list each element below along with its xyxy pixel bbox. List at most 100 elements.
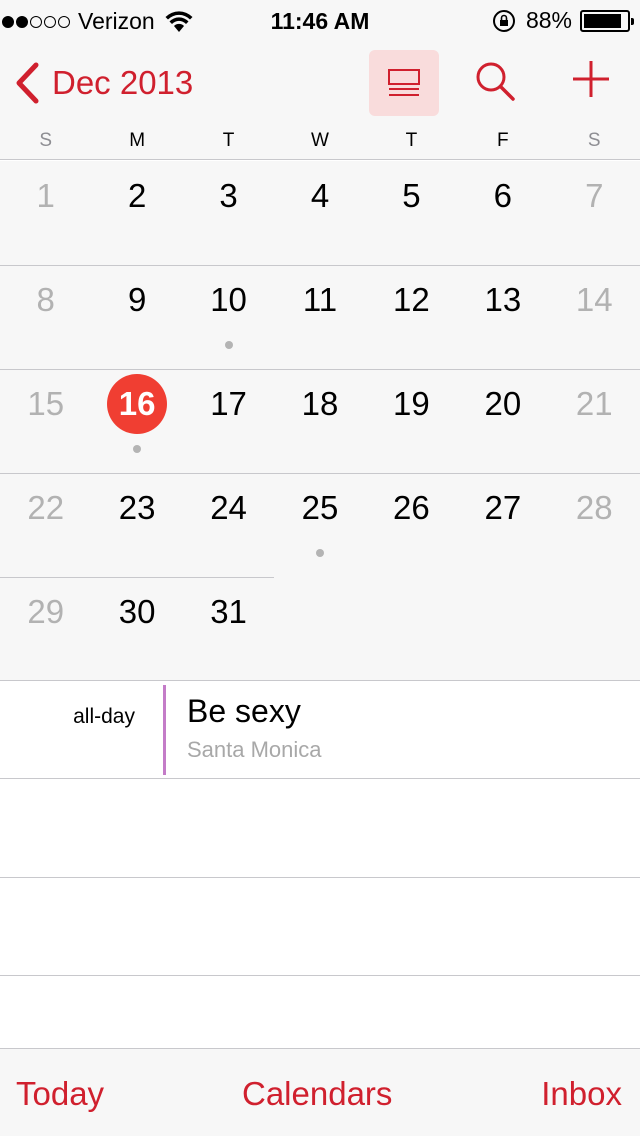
day-number: 18 (301, 385, 339, 422)
day-number: 24 (210, 489, 247, 526)
day-number: 12 (393, 281, 430, 318)
nav-bar: Dec 2013 S M T W T F S (0, 40, 640, 160)
signal-strength-icon (2, 15, 70, 28)
calendar-day[interactable]: 2 (91, 171, 182, 221)
day-number: 6 (493, 177, 513, 214)
calendar-day[interactable]: 4 (274, 171, 365, 221)
battery-percentage: 88% (525, 7, 572, 33)
status-right: 88% (492, 7, 634, 34)
event-row[interactable]: all-day Be sexy Santa Monica (0, 681, 640, 779)
day-number: 3 (219, 177, 238, 214)
weekday-label: S (587, 130, 601, 151)
event-title: Be sexy (187, 693, 301, 729)
calendars-button[interactable]: Calendars (242, 1075, 392, 1113)
weekday-label: T (405, 130, 418, 151)
status-bar: Verizon 11:46 AM 88% (0, 0, 640, 40)
event-list: all-day Be sexy Santa Monica (0, 680, 640, 1048)
day-number: 11 (302, 281, 338, 318)
calendar-day[interactable]: 30 (91, 587, 182, 637)
day-number: 16 (107, 374, 168, 434)
day-number: 31 (210, 593, 247, 630)
calendar-day[interactable]: 27 (457, 483, 548, 533)
calendar-day[interactable]: 20 (457, 379, 548, 429)
calendar-day[interactable]: 6 (457, 171, 548, 221)
back-to-month-button[interactable]: Dec 2013 (14, 62, 193, 104)
weekday-label: M (129, 130, 146, 151)
day-number: 8 (36, 281, 55, 318)
event-time-label: all-day (73, 705, 135, 728)
day-number: 27 (484, 489, 522, 526)
calendar-day[interactable]: 22 (0, 483, 91, 533)
battery-icon (580, 9, 634, 32)
list-view-toggle-button[interactable] (369, 50, 439, 116)
calendar-day[interactable]: 24 (183, 483, 274, 533)
day-number: 21 (575, 385, 613, 422)
calendar-day[interactable]: 10 (183, 275, 274, 325)
calendar-day[interactable]: 8 (0, 275, 91, 325)
weekday-label: W (311, 130, 329, 151)
day-number: 2 (127, 177, 147, 214)
calendar-day[interactable]: 5 (366, 171, 457, 221)
event-location: Santa Monica (187, 737, 322, 762)
calendar-day[interactable]: 19 (366, 379, 457, 429)
calendar-day[interactable]: 3 (183, 171, 274, 221)
calendar-day-today[interactable]: 16 (91, 374, 182, 434)
calendar-day[interactable]: 11 (274, 275, 365, 325)
rotation-lock-icon (492, 9, 515, 32)
battery-fill (584, 13, 621, 28)
calendar-day[interactable]: 31 (183, 587, 274, 637)
calendar-day[interactable]: 1 (0, 171, 91, 221)
calendar-day[interactable]: 7 (549, 171, 640, 221)
wifi-icon (165, 10, 193, 32)
calendar-day[interactable]: 29 (0, 587, 91, 637)
day-number: 28 (575, 489, 613, 526)
calendar-day[interactable]: 12 (366, 275, 457, 325)
search-icon[interactable] (472, 58, 518, 104)
day-number: 22 (27, 489, 65, 526)
calendar-day[interactable]: 26 (366, 483, 457, 533)
list-divider (0, 975, 640, 976)
calendar-day[interactable]: 25 (274, 483, 365, 533)
calendar-day[interactable]: 18 (274, 379, 365, 429)
day-number: 14 (575, 281, 613, 318)
back-label: Dec 2013 (52, 64, 194, 101)
day-number: 4 (310, 177, 330, 214)
day-number: 26 (393, 489, 430, 526)
event-indicator-dot (316, 549, 324, 557)
day-number: 23 (118, 489, 156, 526)
calendar-day[interactable]: 21 (549, 379, 640, 429)
list-view-icon (388, 69, 420, 96)
day-number: 10 (210, 281, 247, 318)
day-number: 29 (27, 593, 65, 630)
plus-icon[interactable] (570, 58, 612, 100)
weekday-label: S (39, 130, 53, 151)
calendar-color-bar (163, 685, 166, 775)
calendar-day[interactable]: 14 (549, 275, 640, 325)
week-separator (0, 577, 275, 578)
bottom-toolbar: Today Calendars Inbox (0, 1048, 640, 1136)
calendar-day[interactable]: 23 (91, 483, 182, 533)
weekday-header: S M T W T F S (0, 130, 640, 154)
event-indicator-dot (224, 341, 233, 349)
day-number: 1 (36, 177, 55, 214)
calendar-day[interactable]: 15 (0, 379, 91, 429)
weekday-label: T (222, 130, 235, 151)
today-button[interactable]: Today (16, 1075, 104, 1113)
day-number: 20 (484, 385, 522, 422)
carrier-name: Verizon (78, 8, 155, 34)
day-number: 15 (27, 385, 65, 422)
month-grid: 1 2 3 4 5 6 7 8 9 10 11 12 13 14 15 16 17 18 19 20 21 22 23 24 2… (0, 161, 640, 680)
day-number: 9 (127, 281, 147, 318)
calendar-day[interactable]: 28 (549, 483, 640, 533)
weekday-label: F (497, 130, 509, 151)
inbox-button[interactable]: Inbox (541, 1075, 622, 1113)
calendar-day[interactable]: 17 (183, 379, 274, 429)
week-separator (0, 369, 640, 370)
day-number: 17 (210, 385, 247, 422)
day-number: 25 (301, 489, 339, 526)
week-separator (0, 473, 640, 474)
calendar-day[interactable]: 13 (457, 275, 548, 325)
event-indicator-dot (133, 445, 142, 453)
status-left: Verizon (2, 8, 193, 35)
calendar-day[interactable]: 9 (91, 275, 182, 325)
